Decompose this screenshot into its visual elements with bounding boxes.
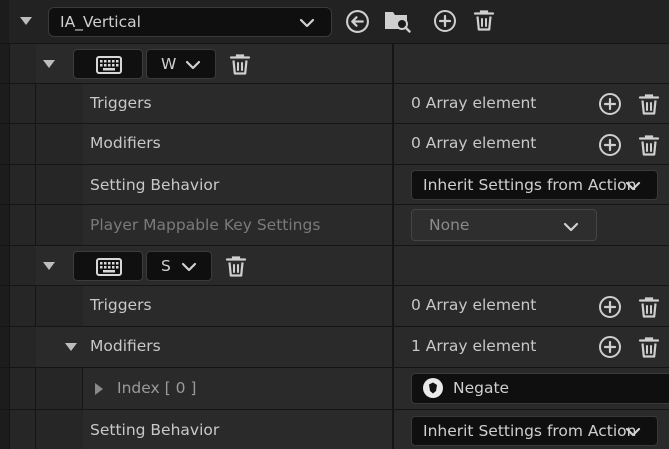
unreal-logo-icon [423,378,443,398]
modifier-class-combo[interactable]: Negate [411,373,669,404]
modifiers-label: Modifiers [90,134,161,152]
w-setting-behavior-row: Setting Behavior Inherit Settings from A… [0,164,669,204]
key-label-s: S [161,257,171,275]
triggers-label: Triggers [90,94,152,112]
chevron-down-icon [299,18,315,28]
modifiers-value: 1 Array element [411,337,537,355]
setting-behavior-value: Inherit Settings from Action [423,422,637,440]
s-modifiers-row: Modifiers 1 Array element [0,326,669,367]
chevron-down-icon [185,60,201,70]
add-element-icon[interactable] [598,335,622,359]
keyboard-icon [96,56,122,74]
browse-folder-icon[interactable] [383,8,411,34]
input-action-combo[interactable]: IA_Vertical [48,7,332,37]
modifiers-value: 0 Array element [411,134,537,152]
add-element-icon[interactable] [598,295,622,319]
player-mappable-value: None [429,216,470,234]
clear-elements-icon[interactable] [637,295,661,319]
player-mappable-combo: None [411,209,597,241]
add-icon[interactable] [433,9,457,33]
player-mappable-label: Player Mappable Key Settings [90,216,321,234]
modifier-index-row: Index [ 0 ] Negate [0,367,669,409]
mapping-row-s: S [0,245,669,285]
collapse-asset-icon[interactable] [20,17,32,25]
s-triggers-row: Triggers 0 Array element [0,285,669,326]
collapse-mapping-s-icon[interactable] [43,262,55,270]
key-selector-button[interactable] [73,251,143,281]
collapse-mapping-w-icon[interactable] [43,60,55,68]
chevron-down-icon [625,427,641,437]
w-modifiers-row: Modifiers 0 Array element [0,123,669,164]
add-element-icon[interactable] [598,92,622,116]
add-element-icon[interactable] [598,133,622,157]
setting-behavior-value: Inherit Settings from Action [423,176,637,194]
back-arrow-icon[interactable] [345,9,370,34]
keyboard-icon [96,258,122,276]
s-setting-behavior-row: Setting Behavior Inherit Settings from A… [0,409,669,449]
triggers-label: Triggers [90,296,152,314]
index-label: Index [ 0 ] [117,379,197,397]
expand-index-icon[interactable] [95,383,103,395]
setting-behavior-label: Setting Behavior [90,421,220,439]
setting-behavior-combo[interactable]: Inherit Settings from Action [411,416,658,446]
key-label-w: W [161,55,177,73]
modifiers-label: Modifiers [90,337,161,355]
modifier-class-value: Negate [453,379,510,397]
key-selector-button[interactable] [73,49,143,79]
clear-elements-icon[interactable] [637,335,661,359]
delete-mapping-w-icon[interactable] [228,52,252,76]
key-combo-w[interactable]: W [146,49,216,79]
chevron-down-icon [625,181,641,191]
mapping-row-w: W [0,43,669,83]
w-player-mappable-row: Player Mappable Key Settings None [0,204,669,245]
collapse-modifiers-icon[interactable] [65,343,77,351]
chevron-down-icon [563,222,579,232]
asset-row: IA_Vertical [0,0,669,43]
clear-elements-icon[interactable] [637,133,661,157]
key-combo-s[interactable]: S [146,251,212,281]
setting-behavior-label: Setting Behavior [90,176,220,194]
triggers-value: 0 Array element [411,94,537,112]
delete-mapping-s-icon[interactable] [224,254,248,278]
setting-behavior-combo[interactable]: Inherit Settings from Action [411,170,658,200]
input-action-name: IA_Vertical [60,13,141,31]
triggers-value: 0 Array element [411,296,537,314]
chevron-down-icon [181,262,197,272]
w-triggers-row: Triggers 0 Array element [0,83,669,123]
delete-icon[interactable] [472,8,496,32]
clear-elements-icon[interactable] [637,92,661,116]
